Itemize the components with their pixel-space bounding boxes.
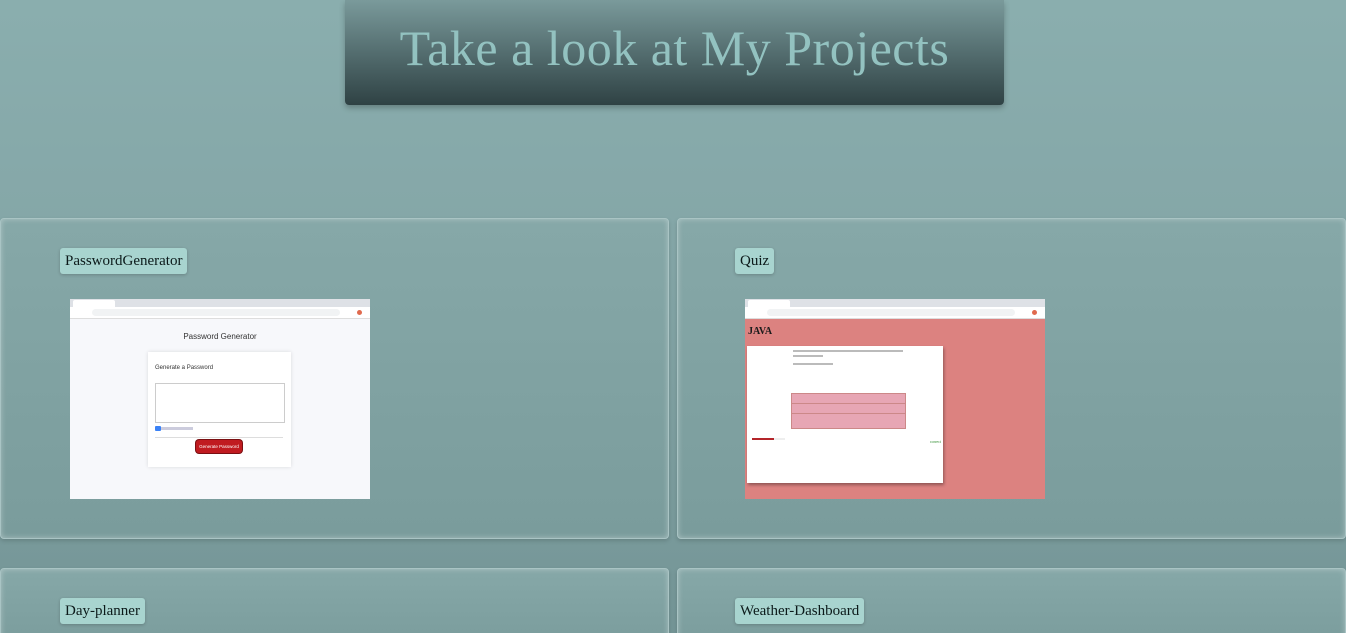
quiz-status: correct	[929, 439, 941, 444]
project-card-weather-dashboard: Weather-Dashboard	[677, 568, 1346, 633]
preview-password-area	[155, 383, 285, 423]
page-header: Take a look at My Projects	[345, 0, 1004, 105]
browser-address-bar	[745, 307, 1045, 319]
browser-tabs	[745, 299, 1045, 307]
quiz-screenshot[interactable]: JAVA correct	[745, 299, 1045, 499]
project-link-password-generator[interactable]: PasswordGenerator	[60, 248, 188, 274]
project-link-quiz[interactable]: Quiz	[735, 248, 775, 274]
preview-options	[155, 433, 283, 438]
password-generator-screenshot[interactable]: Password Generator Generate a Password G…	[70, 299, 370, 499]
preview-title: Password Generator	[183, 332, 257, 341]
quiz-answer-3	[791, 413, 906, 429]
quiz-timer-bar	[752, 438, 785, 440]
quiz-preview-card: correct	[747, 346, 943, 483]
quiz-question-text	[793, 350, 903, 368]
browser-address-bar	[70, 307, 370, 319]
quiz-preview-title: JAVA	[748, 326, 773, 337]
preview-subtitle: Generate a Password	[155, 365, 214, 371]
project-link-day-planner[interactable]: Day-planner	[60, 598, 145, 624]
browser-tabs	[70, 299, 370, 307]
preview-generate-button: Generate Password	[196, 440, 242, 453]
project-card-quiz: Quiz JAVA correct	[677, 218, 1346, 539]
preview-length-slider	[155, 426, 193, 431]
project-card-password-generator: PasswordGenerator Password Generator Gen…	[0, 218, 669, 539]
preview-card: Generate a Password Generate Password	[148, 352, 291, 467]
project-link-weather-dashboard[interactable]: Weather-Dashboard	[735, 598, 865, 624]
page-title: Take a look at My Projects	[399, 19, 950, 76]
project-card-day-planner: Day-planner	[0, 568, 669, 633]
